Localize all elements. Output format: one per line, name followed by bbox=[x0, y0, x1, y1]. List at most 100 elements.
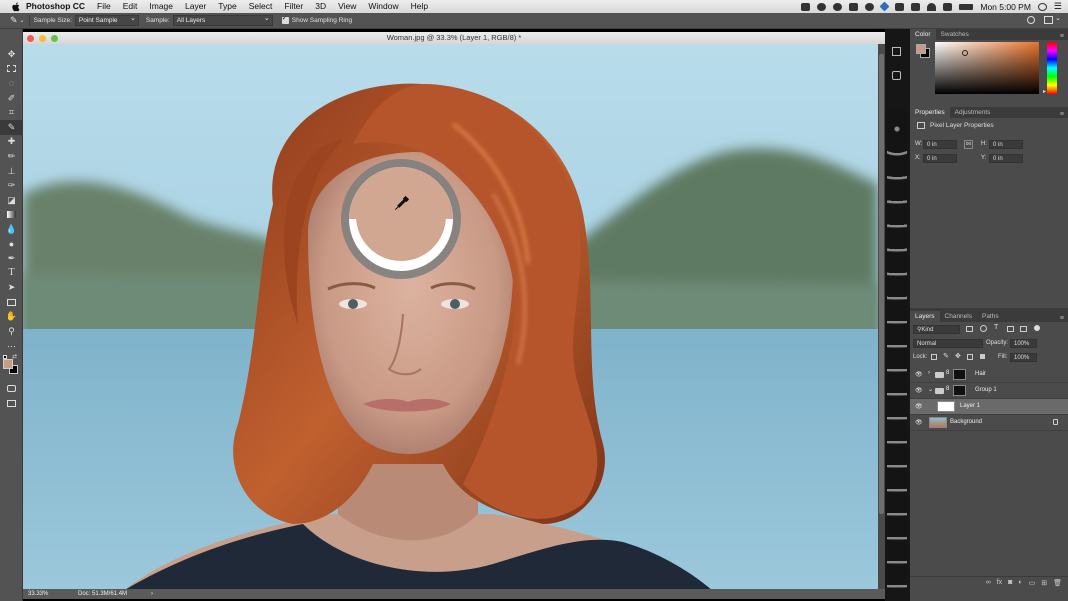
filter-shape-icon[interactable] bbox=[1007, 326, 1014, 332]
new-group-icon[interactable]: ▭ bbox=[1029, 579, 1036, 587]
workspace-icon[interactable] bbox=[1044, 16, 1053, 24]
menu-edit[interactable]: Edit bbox=[117, 0, 144, 13]
color-picker-field[interactable] bbox=[935, 42, 1039, 94]
link-layers-icon[interactable]: ∞ bbox=[986, 579, 991, 586]
filter-toggle-icon[interactable] bbox=[1034, 325, 1040, 331]
filter-adjustment-icon[interactable] bbox=[980, 325, 987, 332]
expand-chevron-icon[interactable]: › bbox=[928, 370, 930, 376]
panel-menu-icon[interactable]: ≡ bbox=[1060, 315, 1064, 322]
menu-3d[interactable]: 3D bbox=[309, 0, 332, 13]
eyedropper-tool-preset-icon[interactable]: ✎ bbox=[10, 15, 18, 26]
layer-name[interactable]: Layer 1 bbox=[960, 403, 980, 409]
y-field[interactable]: 0 in bbox=[989, 154, 1023, 163]
lock-image-icon[interactable]: ✎ bbox=[943, 352, 949, 360]
display-icon[interactable] bbox=[895, 2, 905, 11]
mask-link-icon[interactable]: 8 bbox=[946, 370, 949, 376]
zoom-tool-icon[interactable]: ⚲ bbox=[0, 324, 22, 339]
image-canvas[interactable] bbox=[23, 44, 878, 591]
layer-name[interactable]: Hair bbox=[975, 371, 986, 377]
layer-mask-thumbnail[interactable] bbox=[953, 369, 966, 380]
visibility-eye-icon[interactable]: 👁 bbox=[915, 387, 923, 395]
app-name-menu[interactable]: Photoshop CC bbox=[22, 0, 91, 13]
panel-menu-icon[interactable]: ≡ bbox=[1060, 111, 1064, 118]
dodge-tool-icon[interactable]: ● bbox=[0, 237, 22, 252]
menu-image[interactable]: Image bbox=[143, 0, 179, 13]
layer-style-icon[interactable]: fx bbox=[997, 579, 1002, 586]
scrollbar-thumb[interactable] bbox=[879, 54, 884, 514]
tab-properties[interactable]: Properties bbox=[910, 107, 950, 118]
eyedropper-tool-icon[interactable]: ✎ bbox=[0, 119, 22, 135]
path-selection-tool-icon[interactable]: ➤ bbox=[0, 281, 22, 296]
bluetooth-icon[interactable] bbox=[911, 2, 921, 11]
lasso-tool-icon[interactable]: ◌ bbox=[0, 76, 22, 91]
layer-name[interactable]: Background bbox=[950, 419, 982, 425]
layer-row-group-1[interactable]: 👁 ⌄ 8 Group 1 bbox=[910, 383, 1068, 399]
notification-center-icon[interactable]: ☰ bbox=[1054, 1, 1062, 12]
tab-color[interactable]: Color bbox=[910, 29, 936, 40]
layer-row-hair[interactable]: 👁 › 8 Hair bbox=[910, 367, 1068, 383]
screen-mode-icon[interactable] bbox=[0, 396, 22, 411]
menu-help[interactable]: Help bbox=[405, 0, 434, 13]
rectangle-tool-icon[interactable] bbox=[0, 295, 22, 310]
color-picker-marker[interactable] bbox=[962, 50, 968, 56]
hue-slider-handle[interactable]: ▸ bbox=[1043, 88, 1046, 95]
visibility-eye-icon[interactable]: 👁 bbox=[915, 371, 923, 379]
layer-name[interactable]: Group 1 bbox=[975, 387, 997, 393]
filter-type-icon[interactable]: T bbox=[994, 324, 998, 331]
gradient-tool-icon[interactable] bbox=[0, 208, 22, 223]
collapse-chevron-icon[interactable]: ⌄ bbox=[928, 386, 933, 393]
move-tool-icon[interactable]: ✥ bbox=[0, 47, 22, 62]
wifi-icon[interactable] bbox=[927, 2, 937, 11]
width-field[interactable]: 0 in bbox=[923, 140, 957, 149]
crop-tool-icon[interactable]: ⌗ bbox=[0, 105, 22, 120]
layer-mask-thumbnail[interactable] bbox=[953, 385, 966, 396]
search-icon[interactable] bbox=[1027, 16, 1035, 24]
visibility-eye-icon[interactable]: 👁 bbox=[915, 419, 923, 427]
sample-size-dropdown[interactable]: Point Sample bbox=[74, 14, 139, 26]
type-tool-icon[interactable]: T bbox=[0, 266, 22, 281]
creative-cloud-icon[interactable] bbox=[849, 2, 859, 11]
dropbox-icon[interactable] bbox=[879, 1, 890, 12]
screen-record-icon[interactable] bbox=[801, 2, 811, 11]
tab-adjustments[interactable]: Adjustments bbox=[950, 107, 996, 118]
pen-tool-icon[interactable]: ✒ bbox=[0, 251, 22, 266]
lock-position-icon[interactable]: ✥ bbox=[955, 352, 961, 360]
eraser-tool-icon[interactable]: ◪ bbox=[0, 193, 22, 208]
layer-thumbnail[interactable] bbox=[929, 417, 947, 428]
filter-smart-object-icon[interactable] bbox=[1020, 326, 1027, 332]
opacity-field[interactable]: 100% bbox=[1010, 339, 1037, 348]
menu-view[interactable]: View bbox=[332, 0, 362, 13]
doc-size[interactable]: Doc: 51.3M/61.4M bbox=[78, 589, 127, 599]
healing-brush-tool-icon[interactable]: ✚ bbox=[0, 135, 22, 150]
clock[interactable]: Mon 5:00 PM bbox=[980, 2, 1031, 12]
layer-filter-kind-dropdown[interactable]: ⚲Kind bbox=[913, 325, 960, 334]
delete-layer-icon[interactable]: 🗑 bbox=[1053, 579, 1062, 587]
link-dimensions-icon[interactable]: oo bbox=[964, 140, 973, 149]
mask-link-icon[interactable]: 8 bbox=[946, 386, 949, 392]
menu-file[interactable]: File bbox=[91, 0, 117, 13]
lock-transparent-icon[interactable] bbox=[931, 354, 937, 360]
height-field[interactable]: 0 in bbox=[989, 140, 1023, 149]
status-icon[interactable] bbox=[817, 2, 827, 11]
sample-dropdown[interactable]: All Layers bbox=[172, 14, 273, 26]
layer-thumbnail[interactable] bbox=[937, 401, 955, 412]
foreground-color-swatch[interactable] bbox=[3, 359, 13, 370]
woman-photo[interactable] bbox=[23, 44, 878, 591]
tab-swatches[interactable]: Swatches bbox=[936, 29, 974, 40]
layer-row-background[interactable]: 👁 Background bbox=[910, 415, 1068, 431]
marquee-tool-icon[interactable] bbox=[0, 62, 22, 77]
blur-tool-icon[interactable]: 💧 bbox=[0, 222, 22, 237]
hue-slider[interactable] bbox=[1047, 42, 1057, 94]
lock-artboard-icon[interactable] bbox=[967, 354, 973, 360]
apple-icon[interactable] bbox=[10, 1, 22, 13]
chevron-right-icon[interactable]: › bbox=[151, 589, 153, 599]
blend-mode-dropdown[interactable]: Normal bbox=[913, 339, 983, 348]
menu-window[interactable]: Window bbox=[362, 0, 404, 13]
layer-row-layer-1[interactable]: 👁 Layer 1 bbox=[910, 399, 1068, 415]
close-window-button[interactable] bbox=[27, 35, 34, 42]
battery-icon[interactable] bbox=[959, 3, 974, 10]
tab-layers[interactable]: Layers bbox=[910, 311, 940, 322]
quick-mask-icon[interactable] bbox=[0, 381, 22, 396]
zoom-level[interactable]: 33.33% bbox=[28, 589, 48, 599]
history-panel-icon[interactable] bbox=[892, 47, 901, 56]
